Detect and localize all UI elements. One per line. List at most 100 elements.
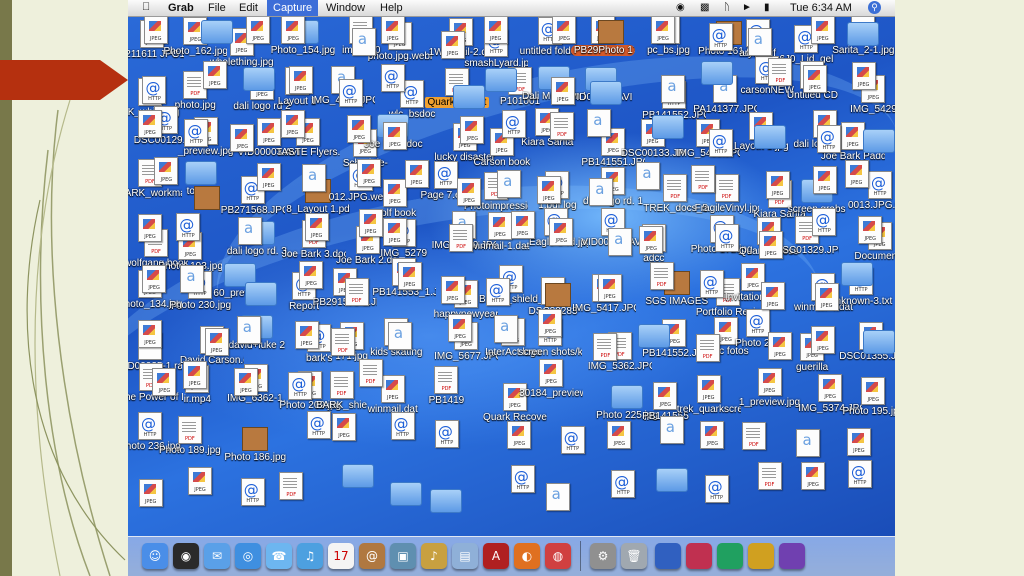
volume-icon[interactable]: ► (742, 2, 752, 13)
webloc-file-icon (485, 277, 510, 306)
desktop-file[interactable]: Photo 195.jpg (841, 376, 895, 417)
desktop-file[interactable] (134, 156, 198, 185)
desktop-file[interactable] (128, 16, 188, 44)
desktop-file[interactable]: trek_quarkscreen (677, 374, 741, 415)
desktop-file[interactable] (259, 472, 323, 501)
desktop-file[interactable] (631, 16, 695, 44)
desktop-file[interactable] (368, 322, 432, 351)
menu-help[interactable]: Help (380, 2, 403, 14)
desktop-file[interactable] (466, 277, 530, 306)
desktop-file[interactable] (312, 412, 376, 441)
desktop-file[interactable] (218, 217, 282, 246)
desktop-file[interactable] (825, 159, 889, 188)
dock-app-icon[interactable] (655, 543, 681, 569)
jpeg-file-icon (154, 156, 179, 185)
desktop-file[interactable] (827, 427, 891, 456)
desktop-file[interactable] (261, 110, 325, 139)
desktop-file[interactable] (795, 282, 859, 311)
desktop-file[interactable]: Photo 186.jpg (223, 423, 287, 463)
desktop-file[interactable] (838, 215, 895, 244)
menu-edit[interactable]: Edit (239, 2, 258, 14)
menu-file[interactable]: File (208, 2, 226, 14)
spotlight-search-icon[interactable]: ⚲ (868, 1, 881, 14)
desktop-file[interactable] (361, 63, 425, 92)
dock-system-preferences-icon[interactable]: ⚙ (590, 543, 616, 569)
desktop-file[interactable] (175, 182, 239, 210)
desktop-file[interactable] (847, 326, 895, 354)
folder-icon (590, 80, 623, 105)
desktop-file[interactable] (469, 64, 533, 93)
jpeg-file-icon (814, 282, 839, 311)
desktop-file[interactable] (728, 27, 792, 56)
desktop-file[interactable] (339, 358, 403, 387)
desktop-file[interactable] (415, 419, 479, 448)
desktop-file[interactable] (128, 75, 186, 104)
desktop-file[interactable] (261, 16, 325, 44)
dock-address-book-icon[interactable]: @ (359, 543, 385, 569)
dock-ichat-icon[interactable]: ☎ (266, 543, 292, 569)
folder-icon (430, 488, 463, 513)
desktop-file[interactable] (676, 333, 740, 362)
menu-window[interactable]: Window (326, 2, 365, 14)
dock-ical-icon[interactable]: 17 (328, 543, 354, 569)
desktop-file[interactable] (414, 485, 478, 513)
dock-preview-icon[interactable]: ▤ (452, 543, 478, 569)
desktop-file[interactable] (685, 57, 749, 85)
desktop-file[interactable] (363, 217, 427, 246)
desktop-file[interactable] (156, 212, 220, 241)
desktop-file[interactable] (832, 62, 895, 91)
desktop-file-label: Photo 189.jpg (158, 444, 221, 456)
dock-finder-icon[interactable]: ☺ (142, 543, 168, 569)
desktop-file[interactable] (738, 121, 802, 149)
desktop-file[interactable] (529, 217, 593, 246)
display-icon[interactable]: ▩ (700, 2, 709, 13)
desktop-file[interactable] (671, 164, 735, 193)
desktop-file[interactable] (311, 327, 375, 356)
battery-icon[interactable]: ▮ (764, 2, 770, 13)
desktop-file[interactable] (160, 265, 224, 294)
desktop-file[interactable] (847, 125, 895, 153)
dock-garageband-icon[interactable]: ♪ (421, 543, 447, 569)
dock-mail-icon[interactable]: ✉ (204, 543, 230, 569)
desktop-file[interactable] (828, 459, 892, 488)
menu-clock[interactable]: Tue 6:34 AM (790, 2, 852, 14)
desktop-file[interactable]: 1_preview.jpg (738, 368, 802, 408)
dock-trash-icon[interactable]: 🗑 (621, 543, 647, 569)
apple-menu-icon[interactable]:  (142, 1, 150, 13)
dock-adobe-icon[interactable]: A (483, 543, 509, 569)
desktop-file[interactable] (429, 223, 493, 252)
wifi-icon[interactable]: ◉ (676, 2, 685, 13)
desktop-file[interactable] (526, 483, 590, 512)
desktop-file[interactable]: 30184_preview.jpg (519, 358, 583, 399)
desktop-file[interactable] (791, 325, 855, 354)
desktop-file[interactable] (128, 320, 182, 349)
menu-capture[interactable]: Capture (267, 0, 319, 16)
desktop-file[interactable] (680, 269, 744, 298)
desktop-file[interactable] (567, 109, 631, 138)
dock-app-icon[interactable] (779, 543, 805, 569)
dock-dashboard-icon[interactable]: ◉ (173, 543, 199, 569)
bluetooth-icon[interactable]: ᚢ (724, 2, 730, 13)
desktop-file[interactable] (268, 371, 332, 400)
dock-iphoto-icon[interactable]: ▣ (390, 543, 416, 569)
desktop-file-label: Sarita_2-1.jpg (832, 45, 895, 56)
dock-app-icon[interactable] (748, 543, 774, 569)
desktop-file[interactable] (363, 121, 427, 150)
dock-safari-icon[interactable]: ◎ (235, 543, 261, 569)
menu-app-grab[interactable]: Grab (168, 2, 194, 14)
dock-firefox-icon[interactable]: ◐ (514, 543, 540, 569)
dock-app-icon[interactable] (686, 543, 712, 569)
desktop-file[interactable]: Photo 189.jpg (158, 415, 222, 456)
desktop-file[interactable] (619, 226, 683, 255)
jpeg-file-icon (696, 374, 721, 403)
desktop-file[interactable] (361, 16, 425, 44)
desktop-file[interactable] (825, 258, 889, 286)
dock-photo-booth-icon[interactable]: ◍ (545, 543, 571, 569)
dock-itunes-icon[interactable]: ♫ (297, 543, 323, 569)
desktop-file[interactable] (217, 315, 281, 344)
dock-app-icon[interactable] (717, 543, 743, 569)
desktop-file[interactable]: PB1419 (414, 366, 478, 406)
desktop-file[interactable] (831, 18, 895, 47)
desktop-file[interactable] (574, 77, 638, 105)
desktop-file[interactable] (464, 16, 528, 44)
